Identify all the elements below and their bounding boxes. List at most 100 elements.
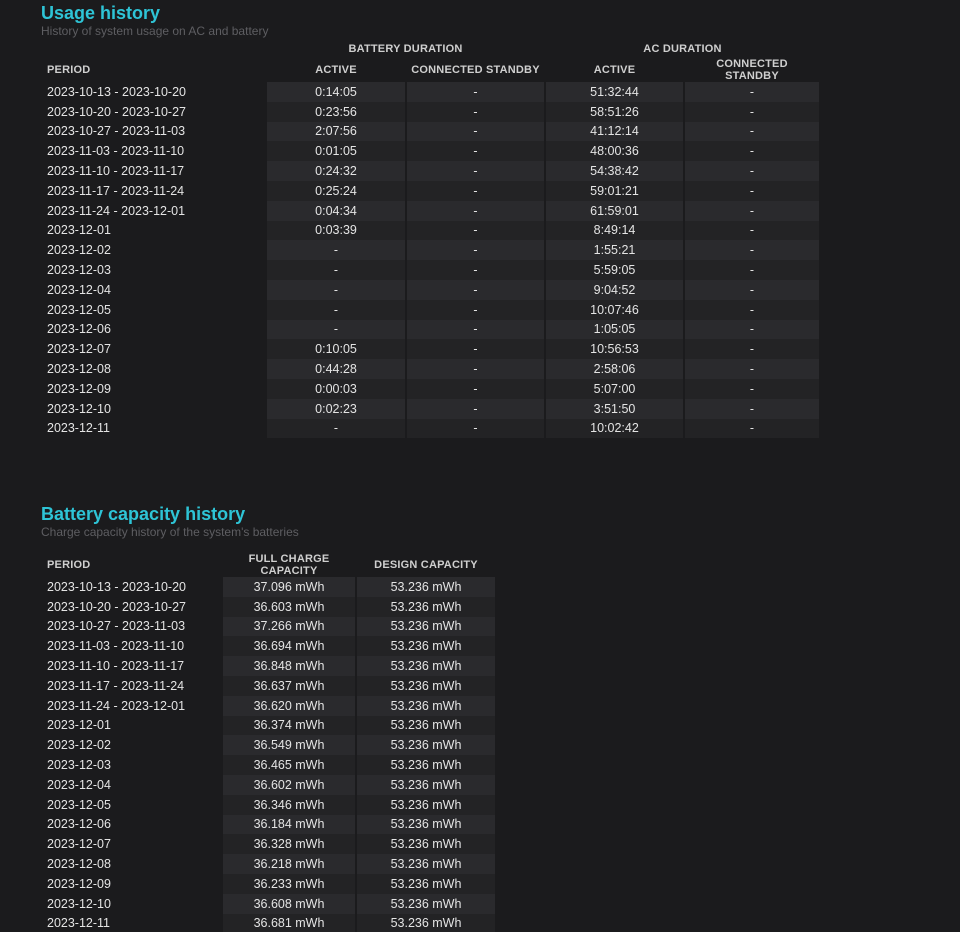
table-row: 2023-12-09 0:00:03-5:07:00- [43, 378, 819, 399]
battery-standby-cell: - [407, 220, 544, 241]
battery-standby-cell: - [407, 240, 544, 261]
full-charge-capacity-cell: 37.096 mWh [223, 577, 355, 597]
table-row: 2023-12-03- -5:59:05- [43, 260, 819, 280]
ac-active-cell: 54:38:42 [546, 161, 683, 181]
period-cell: 2023-11-24 - 2023-12-01 [47, 203, 186, 218]
battery-active-cell: 0:03:39 [267, 220, 405, 241]
ac-standby-cell: - [685, 101, 819, 122]
ac-active-cell: 1:55:21 [546, 240, 683, 261]
design-capacity-cell: 53.236 mWh [357, 755, 495, 775]
period-cell: 2023-10-20 - 2023-10-27 [47, 104, 186, 119]
ac-standby-cell: - [685, 141, 819, 162]
period-cell: 2023-12-11 [47, 916, 111, 931]
ac-active-cell: 59:01:21 [546, 180, 683, 201]
table-row: 2023-11-17 - 2023-11-24 36.637 mWh 53.236 … [43, 675, 495, 696]
full-charge-capacity-cell: 37.266 mWh [223, 616, 355, 637]
usage-history-table: BATTERY DURATION AC DURATION PERIOD ACTI… [41, 40, 821, 439]
period-cell: 2023-12-04 [47, 282, 111, 297]
battery-active-cell: - [267, 260, 405, 280]
period-cell: 2023-10-13 - 2023-10-20 [47, 579, 186, 594]
battery-standby-cell: - [407, 378, 544, 399]
ac-active-cell: 3:51:50 [546, 398, 683, 419]
battery-duration-header: BATTERY DURATION [348, 43, 463, 55]
ac-standby-cell: - [685, 121, 819, 142]
table-row: 2023-10-20 - 2023-10-27 0:23:56-58:51:26- [43, 101, 819, 122]
ac-standby-cell: - [685, 180, 819, 201]
battery-standby-cell: - [407, 180, 544, 201]
full-charge-capacity-cell: 36.681 mWh [223, 913, 355, 932]
table-row: 2023-12-04 36.602 mWh 53.236 mWh [43, 774, 495, 795]
ac-standby-column-header: CONNECTED STANDBY [716, 58, 788, 82]
period-cell: 2023-11-03 - 2023-11-10 [47, 639, 185, 654]
battery-standby-cell: - [407, 398, 544, 419]
ac-active-cell: 5:07:00 [546, 378, 683, 399]
ac-standby-cell: - [685, 299, 819, 320]
battery-capacity-history-title: Battery capacity history [41, 504, 246, 524]
battery-active-cell: 0:01:05 [267, 141, 405, 162]
full-charge-capacity-cell: 36.328 mWh [223, 834, 355, 855]
table-row: 2023-11-10 - 2023-11-17 36.848 mWh 53.236 … [43, 656, 495, 676]
period-cell: 2023-12-05 [47, 302, 111, 317]
table-row: 2023-12-07 0:10:05-10:56:53- [43, 339, 819, 360]
table-row: 2023-10-20 - 2023-10-27 36.603 mWh 53.236 … [43, 596, 495, 617]
period-cell: 2023-12-08 [47, 362, 111, 377]
battery-active-cell: 0:04:34 [267, 200, 405, 221]
ac-active-cell: 5:59:05 [546, 260, 683, 280]
usage-group-header-row: BATTERY DURATION AC DURATION [43, 40, 819, 58]
design-capacity-cell: 53.236 mWh [357, 656, 495, 676]
table-row: 2023-11-03 - 2023-11-10 0:01:05-48:00:36- [43, 141, 819, 162]
table-row: 2023-10-27 - 2023-11-03 2:07:56-41:12:14- [43, 121, 819, 142]
battery-active-column-header: ACTIVE [315, 64, 357, 76]
design-capacity-cell: 53.236 mWh [357, 893, 495, 914]
ac-duration-header: AC DURATION [643, 43, 722, 55]
table-row: 2023-10-13 - 2023-10-20 37.096 mWh 53.236 … [43, 577, 495, 597]
ac-active-cell: 61:59:01 [546, 200, 683, 221]
design-capacity-cell: 53.236 mWh [357, 873, 495, 894]
design-capacity-cell: 53.236 mWh [357, 774, 495, 795]
period-cell: 2023-11-03 - 2023-11-10 [47, 144, 185, 159]
battery-active-cell: 0:02:23 [267, 398, 405, 419]
battery-active-cell: 0:24:32 [267, 161, 405, 181]
usage-history-subtitle: History of system usage on AC and batter… [41, 24, 269, 38]
period-cell: 2023-12-01 [47, 718, 111, 733]
full-charge-capacity-cell: 36.602 mWh [223, 774, 355, 795]
battery-capacity-table: PERIOD FULL CHARGE CAPACITY DESIGN CAPAC… [41, 553, 497, 932]
battery-capacity-history-subtitle: Charge capacity history of the system's … [41, 525, 299, 539]
battery-active-cell: 0:00:03 [267, 378, 405, 399]
design-capacity-cell: 53.236 mWh [357, 814, 495, 835]
full-charge-capacity-cell: 36.346 mWh [223, 794, 355, 815]
table-row: 2023-12-08 0:44:28-2:58:06- [43, 359, 819, 379]
table-row: 2023-12-05- -10:07:46- [43, 299, 819, 320]
full-charge-capacity-cell: 36.374 mWh [223, 715, 355, 736]
period-cell: 2023-12-02 [47, 738, 111, 753]
table-row: 2023-12-11 36.681 mWh 53.236 mWh [43, 913, 495, 932]
period-cell: 2023-12-05 [47, 797, 111, 812]
ac-active-cell: 1:05:05 [546, 319, 683, 340]
table-row: 2023-12-05 36.346 mWh 53.236 mWh [43, 794, 495, 815]
ac-standby-cell: - [685, 359, 819, 379]
ac-standby-cell: - [685, 240, 819, 261]
full-charge-capacity-cell: 36.603 mWh [223, 596, 355, 617]
period-cell: 2023-11-10 - 2023-11-17 [47, 164, 185, 179]
table-row: 2023-11-24 - 2023-12-01 36.620 mWh 53.236 … [43, 695, 495, 716]
ac-standby-cell: - [685, 260, 819, 280]
ac-standby-cell: - [685, 161, 819, 181]
ac-standby-cell: - [685, 319, 819, 340]
battery-active-cell: 2:07:56 [267, 121, 405, 142]
battery-active-cell: - [267, 299, 405, 320]
battery-standby-cell: - [407, 82, 544, 102]
ac-standby-cell: - [685, 279, 819, 300]
period-cell: 2023-12-03 [47, 263, 111, 278]
table-row: 2023-10-27 - 2023-11-03 37.266 mWh 53.236 … [43, 616, 495, 637]
full-charge-capacity-column-header: FULL CHARGE CAPACITY [248, 553, 330, 577]
period-cell: 2023-10-20 - 2023-10-27 [47, 599, 186, 614]
design-capacity-cell: 53.236 mWh [357, 636, 495, 657]
full-charge-capacity-cell: 36.218 mWh [223, 854, 355, 874]
period-cell: 2023-12-10 [47, 896, 111, 911]
battery-standby-cell: - [407, 339, 544, 360]
group-header-spacer [43, 40, 265, 58]
full-charge-capacity-cell: 36.184 mWh [223, 814, 355, 835]
ac-active-cell: 10:56:53 [546, 339, 683, 360]
battery-active-cell: 0:10:05 [267, 339, 405, 360]
design-capacity-cell: 53.236 mWh [357, 577, 495, 597]
